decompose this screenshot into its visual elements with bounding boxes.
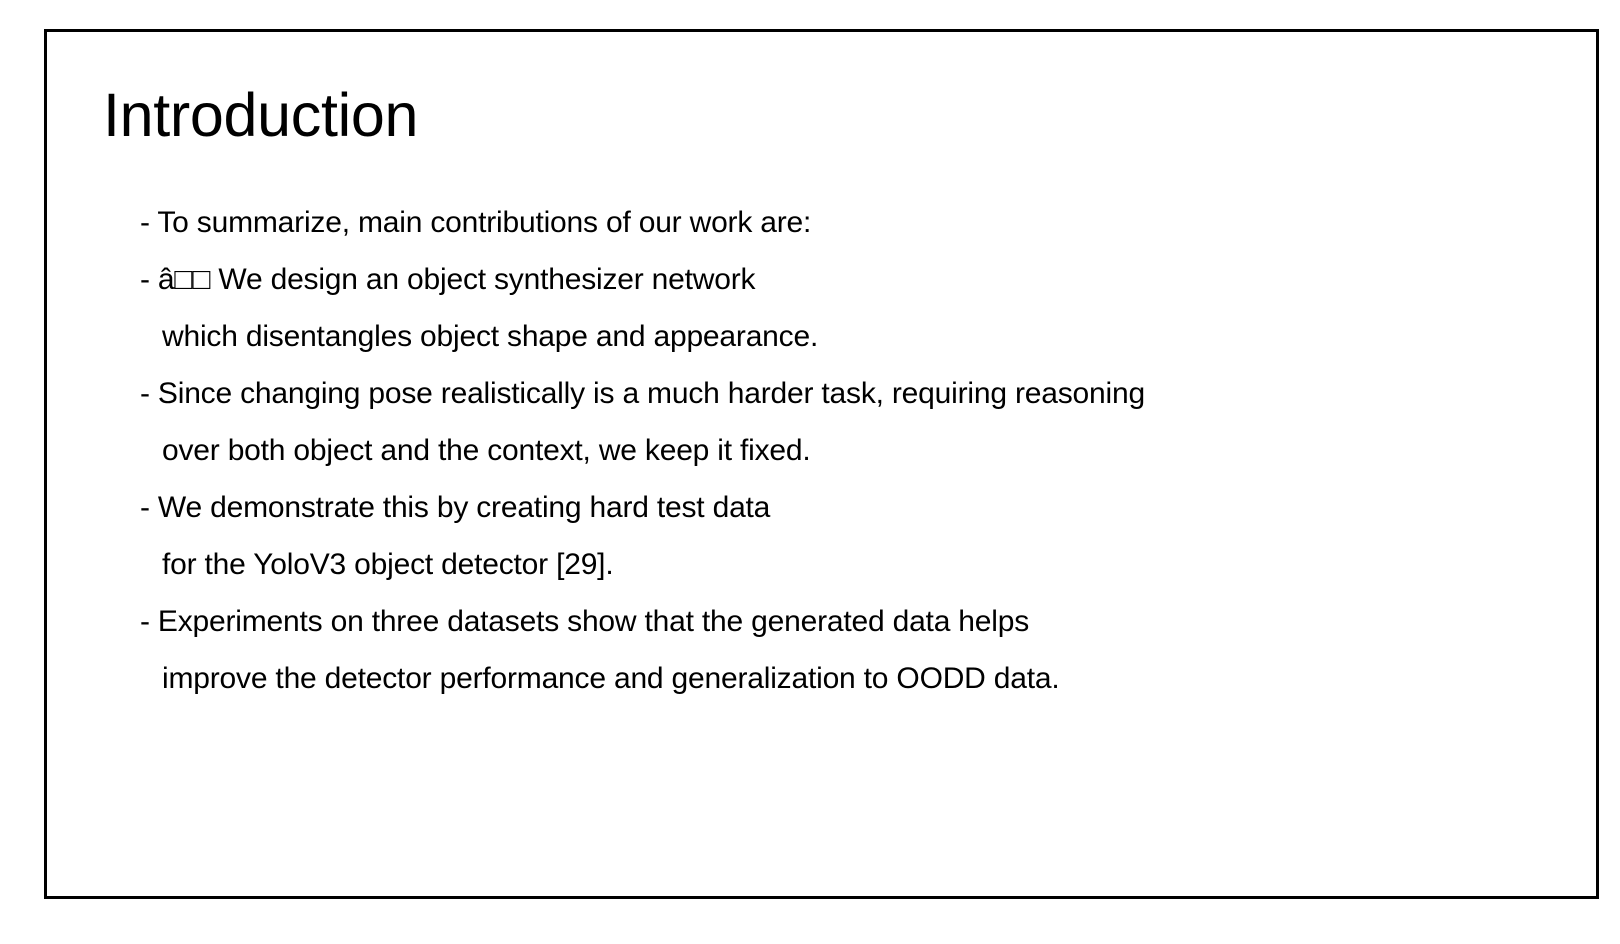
bullet-line: - To summarize, main contributions of ou… xyxy=(140,206,812,239)
bullet-continuation-line: which disentangles object shape and appe… xyxy=(162,320,819,353)
bullet-continuation-line: improve the detector performance and gen… xyxy=(162,662,1060,695)
slide-frame: Introduction - To summarize, main contri… xyxy=(44,29,1599,899)
bullet-list: - To summarize, main contributions of ou… xyxy=(140,194,1145,707)
slide-title: Introduction xyxy=(103,81,419,149)
bullet-line: - Since changing pose realistically is a… xyxy=(140,377,1145,410)
bullet-continuation-line: over both object and the context, we kee… xyxy=(162,434,811,467)
bullet-line: - â□□ We design an object synthesizer ne… xyxy=(140,263,756,296)
bullet-line: - We demonstrate this by creating hard t… xyxy=(140,491,771,524)
bullet-continuation-line: for the YoloV3 object detector [29]. xyxy=(162,548,614,581)
bullet-line: - Experiments on three datasets show tha… xyxy=(140,605,1030,638)
